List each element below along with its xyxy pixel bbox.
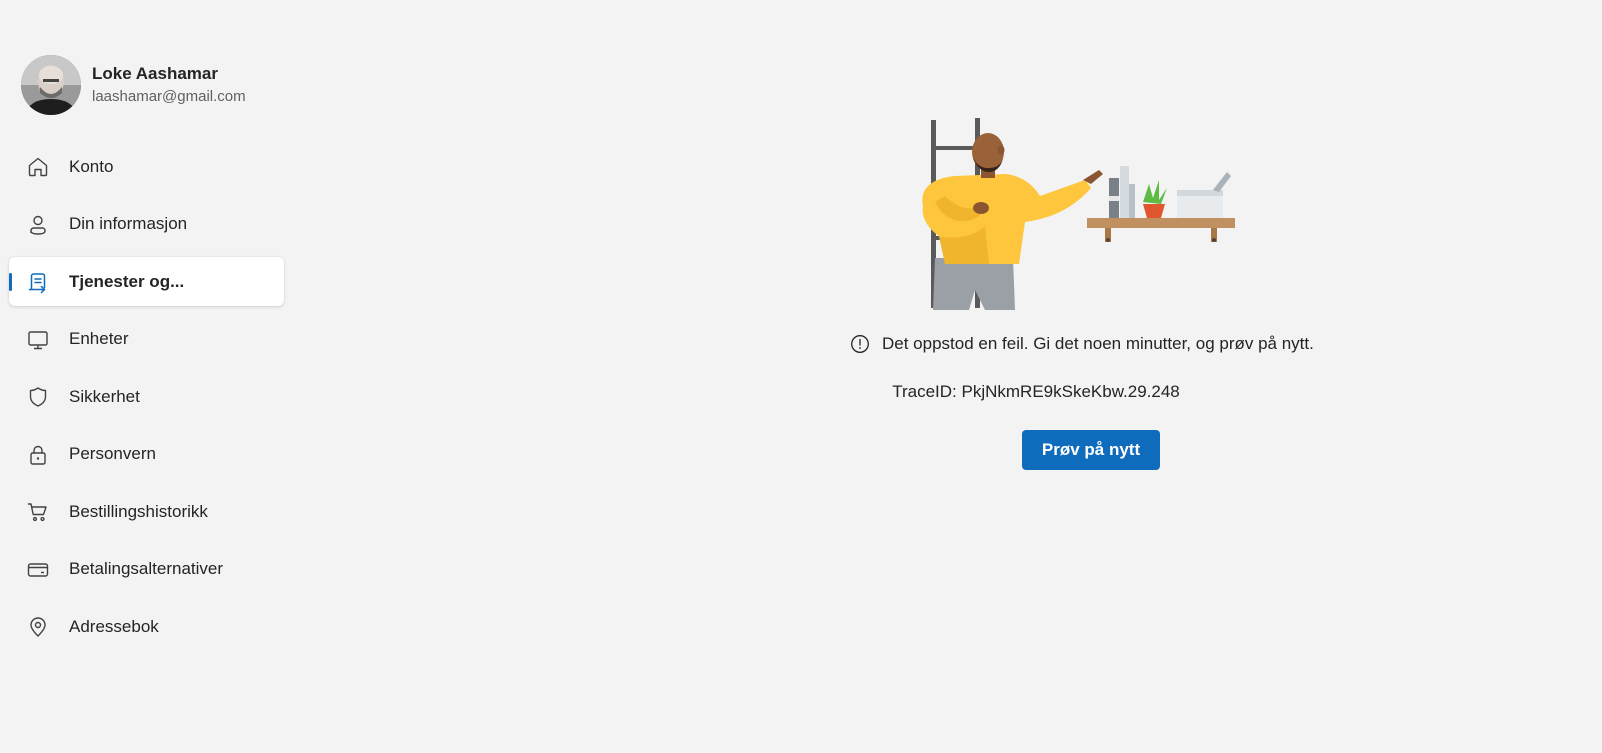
error-message: Det oppstod en feil. Gi det noen minutte…	[882, 334, 1314, 353]
sidebar-nav: Konto Din informasjon Tjenester og... En…	[9, 142, 284, 660]
location-pin-icon	[26, 615, 50, 639]
subscriptions-icon	[26, 270, 50, 294]
profile-card[interactable]: Loke Aashamar laashamar@gmail.com	[21, 55, 246, 115]
profile-email: laashamar@gmail.com	[92, 88, 246, 105]
app-window: Loke Aashamar laashamar@gmail.com Konto	[0, 0, 1602, 753]
sidebar-item-label: Tjenester og...	[69, 271, 185, 291]
sidebar-item-label: Bestillingshistorikk	[69, 501, 208, 521]
desktop-icon	[26, 328, 50, 352]
sidebar-item-adressebok[interactable]: Adressebok	[9, 602, 284, 651]
credit-card-icon	[26, 558, 50, 582]
error-illustration	[915, 118, 1265, 310]
sidebar-item-bestillingshistorikk[interactable]: Bestillingshistorikk	[9, 487, 284, 536]
sidebar-item-konto[interactable]: Konto	[9, 142, 284, 191]
sidebar-item-label: Betalingsalternativer	[69, 559, 224, 578]
sidebar-item-personvern[interactable]: Personvern	[9, 430, 284, 479]
sidebar-item-tjenester[interactable]: Tjenester og...	[9, 257, 284, 306]
retry-button[interactable]: Prøv på nytt	[1022, 430, 1160, 470]
error-message-row: Det oppstod en feil. Gi det noen minutte…	[850, 334, 1314, 354]
sidebar-item-label: Adressebok	[69, 616, 159, 636]
sidebar-item-enheter[interactable]: Enheter	[9, 315, 284, 364]
sidebar-item-din-informasjon[interactable]: Din informasjon	[9, 200, 284, 249]
shield-icon	[26, 385, 50, 409]
main-content: Det oppstod en feil. Gi det noen minutte…	[290, 0, 1602, 753]
sidebar-item-sikkerhet[interactable]: Sikkerhet	[9, 372, 284, 421]
profile-name: Loke Aashamar	[92, 64, 218, 83]
sidebar-item-label: Personvern	[69, 444, 156, 463]
avatar[interactable]	[21, 55, 81, 115]
cart-icon	[26, 500, 50, 524]
sidebar-item-label: Din informasjon	[69, 214, 188, 233]
lock-icon	[26, 443, 50, 467]
sidebar-item-label: Enheter	[69, 329, 129, 348]
trace-id: TraceID: PkjNkmRE9kSkeKbw.29.248	[892, 382, 1180, 401]
sidebar-item-betalingsalternativer[interactable]: Betalingsalternativer	[9, 545, 284, 594]
sidebar-item-label: Konto	[69, 156, 114, 176]
sidebar-item-label: Sikkerhet	[69, 386, 140, 406]
home-icon	[26, 155, 50, 179]
person-icon	[26, 213, 50, 237]
sidebar: Loke Aashamar laashamar@gmail.com Konto	[0, 0, 290, 753]
info-circle-icon	[850, 334, 870, 354]
